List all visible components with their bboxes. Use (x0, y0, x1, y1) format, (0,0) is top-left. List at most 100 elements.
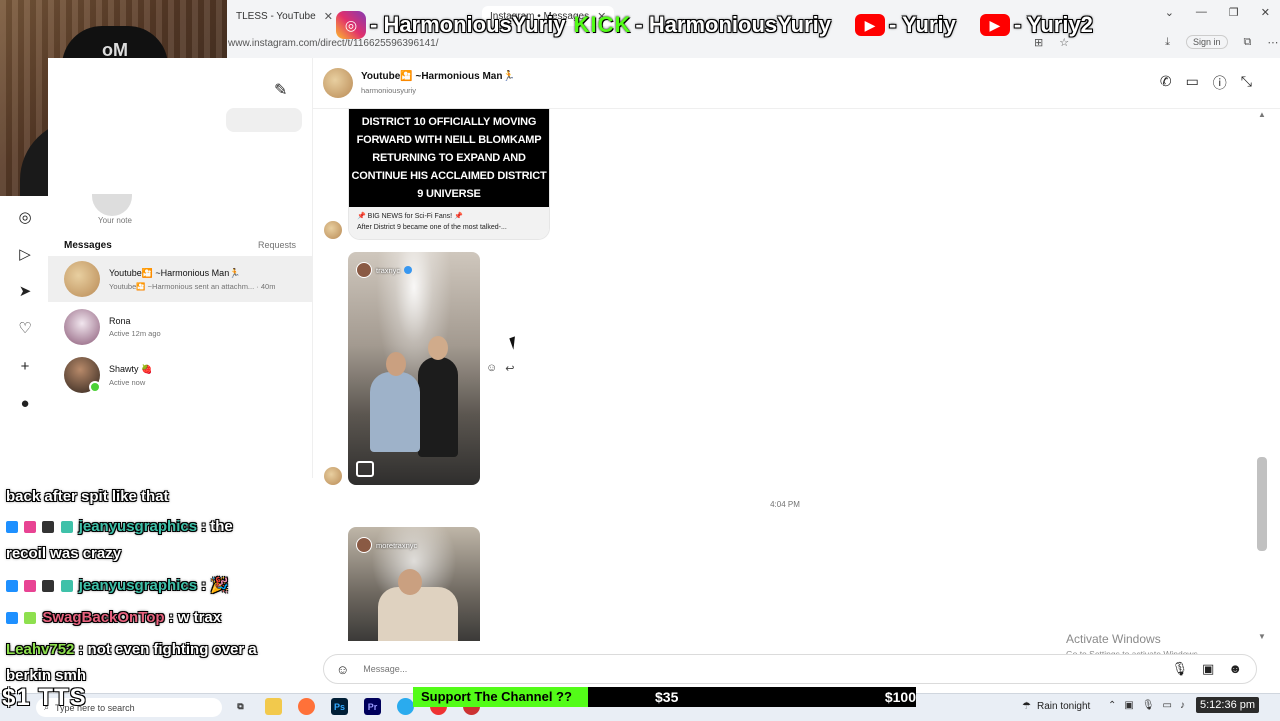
photoshop-icon[interactable]: Ps (331, 698, 348, 715)
rain-icon: ☂ (1022, 701, 1031, 712)
badge-icon (60, 521, 73, 534)
post-headline-image: DISTRICT 10 OFFICIALLY MOVING FORWARD WI… (349, 109, 549, 207)
collapse-icon[interactable]: ⤡ (1241, 73, 1252, 93)
chat-title[interactable]: Youtube🎦 ~Harmonious Man🏃 (361, 71, 515, 82)
conversation-item[interactable]: Shawty 🍓 Active now (48, 352, 312, 398)
caption-line: 📌 BIG NEWS for Sci-Fi Fans! 📌 (357, 213, 463, 220)
avatar (64, 309, 100, 345)
chat-message: SwagBackOnTop: w trax (6, 605, 221, 631)
restore-icon[interactable]: ❐ (1229, 6, 1239, 19)
headline-line: RETURNING TO EXPAND AND (372, 152, 526, 164)
instagram-handle-text: - HarmoniousYuriy (370, 12, 566, 37)
chat-username: jeanyusgraphics (78, 577, 198, 594)
profile-icon[interactable]: ● (16, 394, 34, 412)
headline-line: DISTRICT 10 OFFICIALLY MOVING (361, 116, 537, 128)
scrollbar-thumb[interactable] (1257, 457, 1267, 551)
sign-in-button[interactable]: Sign in (1185, 35, 1228, 49)
microphone-icon[interactable]: 🎙 (1172, 661, 1189, 677)
shared-reel[interactable]: moretraxnyc (348, 527, 480, 641)
camera-icon[interactable]: ▣ (1124, 700, 1133, 711)
figure (428, 336, 448, 360)
image-icon[interactable]: ▣ (1202, 661, 1214, 677)
messages-icon[interactable]: ➤ (16, 282, 34, 300)
system-tray: ⌃ ▣ 🎙 ▭ ♪ (1108, 700, 1185, 711)
chat-scrollbar[interactable] (1258, 108, 1268, 638)
video-call-icon[interactable]: ▭ (1186, 73, 1199, 93)
scroll-down-icon[interactable]: ▼ (1258, 632, 1266, 641)
conversation-preview: Youtube🎦 ~Harmonious sent an attachm... … (109, 281, 276, 291)
conversation-name: Youtube🎦 ~Harmonious Man🏃 (109, 267, 241, 278)
explore-icon[interactable]: ◎ (16, 208, 34, 226)
create-icon[interactable]: + (16, 357, 34, 375)
firefox-icon[interactable] (298, 698, 315, 715)
reel-icon (356, 461, 374, 477)
message-input[interactable] (361, 663, 1066, 675)
phone-icon[interactable]: ✆ (1160, 73, 1172, 93)
reel-author-name: traxnyc (376, 265, 401, 275)
chat-handle: harmoniousyuriy (361, 86, 417, 95)
weather-widget[interactable]: ☂ Rain tonight (1022, 701, 1090, 712)
youtube-icon: ▶ (979, 14, 1010, 36)
message-actions: ☺ ↩ (486, 362, 514, 375)
message-composer: ☺ 🎙 ▣ ☻ (323, 654, 1257, 684)
telegram-icon[interactable] (397, 698, 414, 715)
extensions-icon[interactable]: ⧉ (1244, 36, 1252, 49)
chat-text: : not even fighting over a (78, 641, 257, 658)
tab-youtube[interactable]: TLESS - YouTube ✕ (228, 6, 341, 26)
volume-icon[interactable]: ♪ (1180, 700, 1185, 711)
requests-link[interactable]: Requests (258, 240, 296, 250)
conversation-item[interactable]: Youtube🎦 ~Harmonious Man🏃 Youtube🎦 ~Harm… (48, 256, 312, 302)
file-explorer-icon[interactable] (265, 698, 282, 715)
chat-message: jeanyusgraphics: the (6, 514, 233, 540)
messages-heading: Messages (64, 240, 112, 251)
close-icon[interactable]: ✕ (324, 10, 333, 23)
online-indicator (89, 381, 101, 393)
premiere-icon[interactable]: Pr (364, 698, 381, 715)
sticker-icon[interactable]: ☻ (1228, 661, 1242, 677)
youtube-handle-text: - Yuriy2 (1013, 12, 1093, 37)
shared-reel[interactable]: traxnyc (348, 252, 480, 485)
chat-text: recoil was crazy (6, 545, 122, 562)
shared-post-card[interactable]: DISTRICT 10 OFFICIALLY MOVING FORWARD WI… (348, 108, 550, 240)
avatar (356, 262, 372, 278)
avatar[interactable] (323, 68, 353, 98)
reply-icon[interactable]: ↩ (505, 362, 514, 375)
reels-icon[interactable]: ▷ (16, 245, 34, 263)
react-icon[interactable]: ☺ (486, 362, 497, 375)
your-note-avatar[interactable] (92, 194, 132, 216)
heart-icon[interactable]: ♡ (16, 319, 34, 337)
composer-actions: 🎙 ▣ ☻ (1172, 661, 1243, 677)
reel-author: traxnyc (356, 262, 413, 278)
clock[interactable]: 5:12:36 pm (1196, 697, 1260, 713)
compose-icon[interactable]: ✎ (274, 80, 287, 100)
donation-goal-bar: Support The Channel ?? $35 $100 (413, 687, 916, 707)
chat-text: berkin smh (6, 667, 87, 684)
badge-icon (42, 521, 55, 534)
download-icon[interactable]: ⤓ (1165, 36, 1170, 49)
chevron-up-icon[interactable]: ⌃ (1108, 700, 1116, 711)
donation-goal-label: Support The Channel ?? (413, 687, 588, 707)
reel-author: moretraxnyc (356, 537, 417, 553)
more-menu-icon[interactable]: ⋯ (1267, 36, 1278, 49)
avatar (64, 261, 100, 297)
task-view-icon[interactable]: ⧉ (232, 698, 249, 715)
minimize-icon[interactable]: — (1196, 6, 1207, 19)
conversation-name: Rona (109, 316, 131, 326)
avatar (356, 537, 372, 553)
emoji-icon[interactable]: ☺ (336, 662, 349, 677)
conversation-status: Active 12m ago (109, 329, 161, 338)
chat-header: Youtube🎦 ~Harmonious Man🏃 harmoniousyuri… (313, 58, 1280, 109)
mic-tray-icon[interactable]: 🎙 (1142, 700, 1155, 711)
scroll-up-icon[interactable]: ▲ (1258, 110, 1266, 119)
figure (386, 352, 406, 376)
search-box[interactable] (226, 108, 302, 132)
figure (398, 569, 422, 595)
conversation-item[interactable]: Rona Active 12m ago (48, 304, 312, 350)
info-icon[interactable]: ⓘ (1213, 73, 1227, 93)
chevron-down-icon[interactable]: ⌄ (1165, 6, 1174, 19)
youtube-handle-1: ▶ - Yuriy (854, 12, 956, 38)
network-icon[interactable]: ▭ (1163, 700, 1172, 711)
close-window-icon[interactable]: ✕ (1261, 6, 1270, 19)
badge-icon (42, 580, 55, 593)
chat-username: SwagBackOnTop (42, 609, 165, 626)
